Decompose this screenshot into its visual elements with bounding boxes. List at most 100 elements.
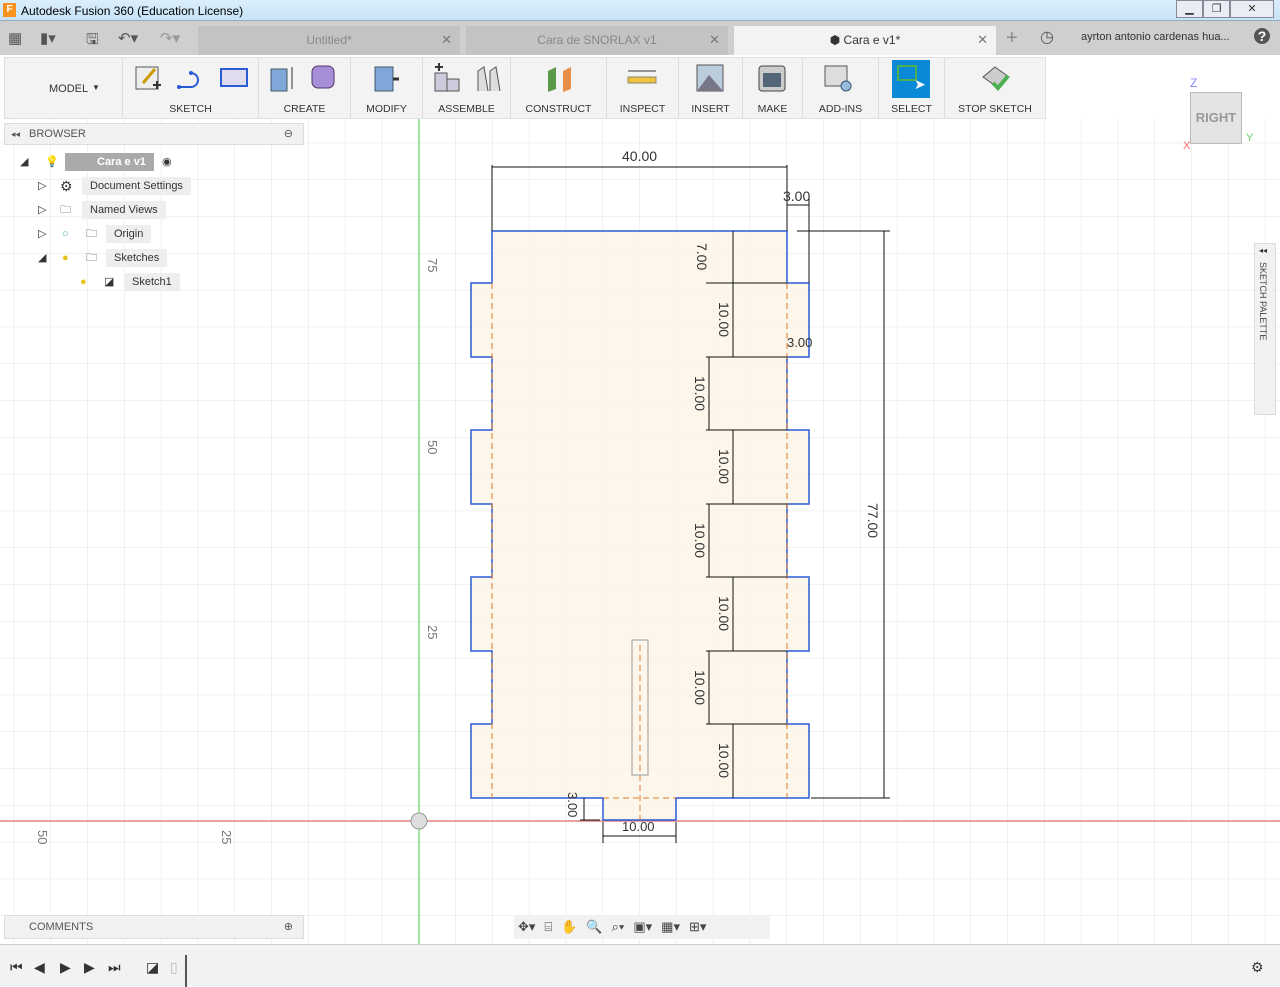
close-window-button[interactable]: ✕ [1230,0,1274,18]
close-tab-icon[interactable]: ✕ [441,26,452,54]
joint-icon[interactable] [473,63,503,93]
dimension-step: 10.00 [692,376,708,411]
undo-icon[interactable]: ↶▾ [118,29,138,47]
dimension-height: 77.00 [865,503,881,538]
assemble-group[interactable]: ASSEMBLE [423,58,511,118]
step-back-icon[interactable]: ◀ [34,959,45,976]
folder-icon: 🗀 [86,252,97,264]
restore-button[interactable]: ❐ [1203,0,1230,18]
sketch-group[interactable]: SKETCH [123,58,259,118]
insert-group[interactable]: INSERT [679,58,743,118]
scripts-addins-icon[interactable] [823,63,853,93]
timeline-extrude-icon[interactable]: ▯ [170,959,178,976]
rectangle-icon[interactable] [219,63,249,93]
3d-print-icon[interactable] [757,63,787,93]
viewcube-y-axis: Y [1246,132,1254,144]
close-tab-icon[interactable]: ✕ [977,26,988,54]
dimension-step: 10.00 [716,596,732,631]
step-forward-icon[interactable]: ▶ [84,959,95,976]
tab-untitled[interactable]: Untitled* ✕ [198,26,460,55]
orbit-icon[interactable]: ✥▾ [518,919,535,935]
close-tab-icon[interactable]: ✕ [709,26,720,54]
redo-icon[interactable]: ↷▾ [160,29,180,47]
grid-settings-icon[interactable]: ▦▾ [661,919,680,935]
toolbar: MODEL ▼ SKETCH CREATE MODIFY ASSEMBLE CON… [4,57,1046,119]
create-group[interactable]: CREATE [259,58,351,118]
gear-icon: ⚙ [60,178,73,194]
dimension-bottom-tab-width: 10.00 [622,819,655,834]
pan-hand-icon[interactable]: ✋ [561,919,577,935]
workspace-switcher[interactable]: MODEL ▼ [5,58,123,118]
select-group[interactable]: ➤ SELECT [879,58,945,118]
stop-sketch-checkmark-icon[interactable] [981,63,1011,93]
viewcube-z-axis: Z [1190,76,1198,90]
viewports-icon[interactable]: ⊞▾ [689,919,706,935]
zoom-icon[interactable]: 🔍 [586,919,602,935]
form-icon[interactable] [309,63,339,93]
inspect-group[interactable]: INSPECT [607,58,679,118]
tab-cara-de-snorlax[interactable]: Cara de SNORLAX v1 ✕ [466,26,728,55]
make-group[interactable]: MAKE [743,58,803,118]
browser-panel-header[interactable]: ◂◂ BROWSER ⊖ [4,123,304,145]
lightbulb-icon[interactable]: ● [80,273,87,291]
add-ins-group[interactable]: ADD-INS [803,58,879,118]
timeline-sketch-icon[interactable]: ◪ [146,959,159,976]
origin-point [410,812,428,830]
go-to-start-icon[interactable]: ⏮ [10,959,23,976]
fit-window-icon[interactable]: ⌕▾ [612,919,625,935]
offset-plane-icon[interactable] [545,63,575,93]
comments-panel[interactable]: COMMENTS ⊕ [4,915,304,939]
activate-radio-icon[interactable]: ◉ [162,153,172,171]
play-icon[interactable]: ▶ [60,959,71,976]
new-component-icon[interactable] [431,63,461,93]
user-account-menu[interactable]: ayrton antonio cardenas hua... [1081,31,1230,43]
modify-group[interactable]: MODIFY [351,58,423,118]
extrude-icon[interactable] [267,63,297,93]
add-comment-icon[interactable]: ⊕ [284,916,293,938]
lightbulb-icon[interactable]: ● [62,249,69,267]
dimension-bottom-tab-height: 3.00 [565,792,580,817]
tab-bar: ▦ ▮▾ 🖫 ↶▾ ↷▾ Untitled* ✕ Cara de SNORLAX … [0,21,1280,55]
go-to-end-icon[interactable]: ⏭ [108,959,121,976]
save-icon[interactable]: 🖫 [86,29,99,54]
dimension-offset: 3.00 [783,188,810,204]
create-sketch-icon[interactable] [133,63,163,93]
pin-icon[interactable]: ⊖ [284,124,293,144]
sketch-canvas[interactable]: 75 50 25 50 25 40.00 3.00 77.00 7.00 10.… [0,119,1280,944]
construct-group[interactable]: CONSTRUCT [511,58,607,118]
cube-icon: ⬢ [829,33,844,47]
axis-label: 25 [219,830,234,844]
measure-icon[interactable] [627,63,657,93]
minimize-button[interactable]: ▁ [1176,0,1203,18]
viewcube-x-axis: X [1183,140,1191,152]
line-arc-icon[interactable] [175,63,205,93]
file-menu-icon[interactable]: ▮▾ [40,29,56,47]
collapse-icon[interactable]: ◂◂ [11,124,20,144]
new-tab-plus-icon[interactable]: + [1006,27,1018,50]
dimension-step: 10.00 [692,523,708,558]
axis-label: 25 [425,625,440,639]
timeline-settings-gear-icon[interactable]: ⚙ [1251,959,1264,976]
select-icon[interactable]: ➤ [892,60,930,98]
folder-icon: 🗀 [86,228,97,240]
dimension-step: 10.00 [716,743,732,778]
timeline-marker[interactable] [185,955,187,987]
lightbulb-icon[interactable]: 💡 [45,153,59,171]
apps-grid-icon[interactable]: ▦ [8,29,22,47]
look-at-icon[interactable]: ⌸ [544,919,552,935]
dimension-tab: 3.00 [787,335,812,350]
stop-sketch-group[interactable]: STOP SKETCH [945,58,1045,118]
insert-image-icon[interactable] [695,63,725,93]
press-pull-icon[interactable] [371,63,401,93]
job-status-clock-icon[interactable]: ◷ [1040,27,1054,47]
window-title: Autodesk Fusion 360 (Education License) [21,4,244,18]
tab-cara-e[interactable]: ⬢ Cara e v1* ✕ [734,26,996,55]
app-logo: F [3,3,16,17]
lightbulb-icon[interactable]: ○ [62,225,69,243]
sketch-profile [470,230,810,821]
view-cube[interactable]: RIGHT [1190,92,1242,144]
sketch-palette-collapsed[interactable]: ◂◂ SKETCH PALETTE [1254,243,1276,415]
display-settings-icon[interactable]: ▣▾ [633,919,652,935]
help-icon[interactable]: ? [1254,28,1270,44]
dimension-width: 40.00 [622,148,657,164]
